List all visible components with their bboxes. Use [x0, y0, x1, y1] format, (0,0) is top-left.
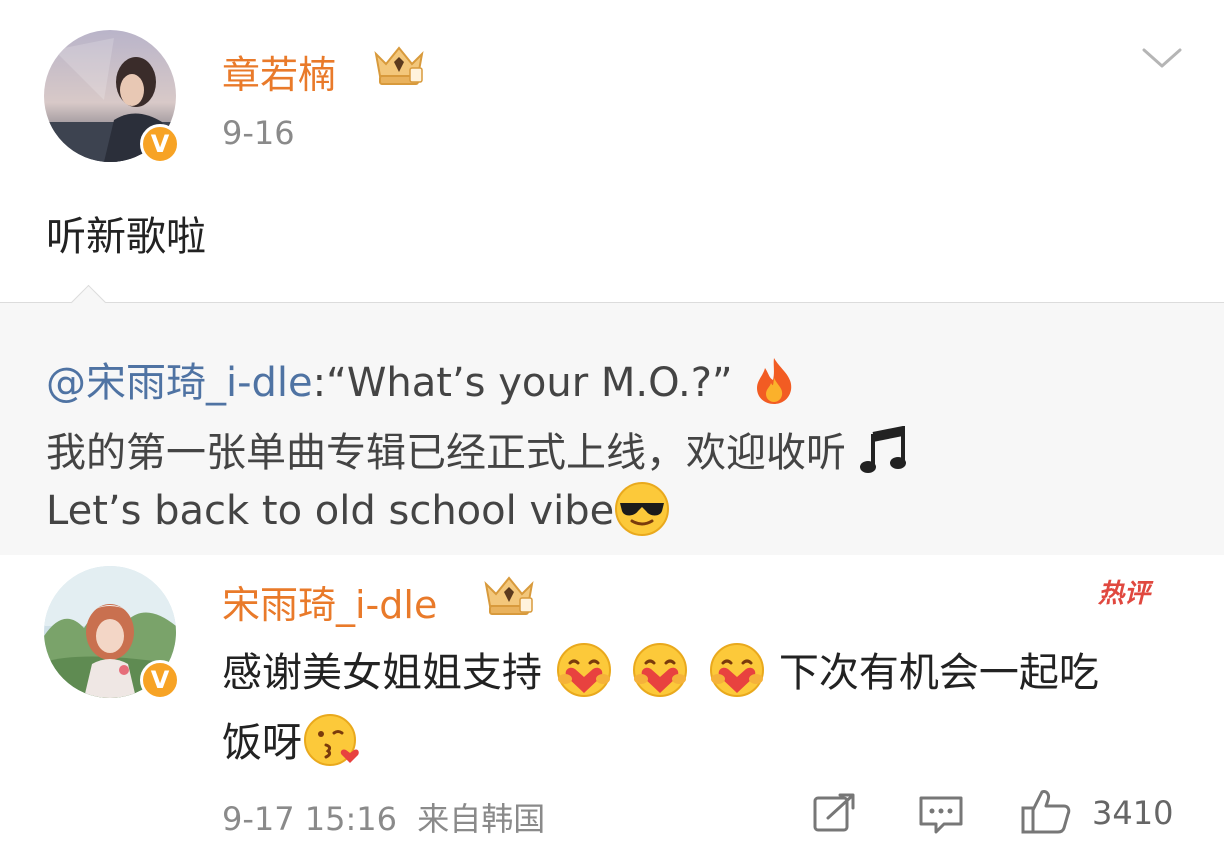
comment-text-line-1: 感谢美女姐姐支持 下次有机会一起吃: [222, 640, 1099, 699]
sunglasses-emoji: [615, 482, 670, 536]
hugging-emoji: [710, 643, 765, 697]
hot-comment-badge: 热评: [1098, 579, 1151, 609]
post-text: 听新歌啦: [46, 214, 206, 260]
verified-badge-icon: V: [140, 124, 180, 164]
repost-line-1-text: :“What’s your M.O.?”: [312, 360, 733, 406]
repost-line-2: 我的第一张单曲专辑已经正式上线，欢迎收听: [46, 420, 907, 478]
verified-badge-icon: V: [140, 660, 180, 700]
music-notes-emoji: [859, 426, 906, 473]
comment-author-name[interactable]: 宋雨琦_i-dle: [222, 574, 437, 629]
repost-line-3-text: Let’s back to old school vibe: [46, 488, 615, 534]
post-author-name[interactable]: 章若楠: [222, 44, 336, 99]
repost-line-1: @宋雨琦_i-dle:“What’s your M.O.?”: [46, 350, 797, 408]
hugging-emoji: [556, 643, 611, 697]
kiss-emoji: [304, 714, 359, 766]
author-avatar[interactable]: V: [44, 30, 180, 164]
crown-icon: [374, 46, 424, 85]
comment-timestamp: 9-17 15:16: [222, 800, 398, 838]
comment-text-part-1: 感谢美女姐姐支持: [222, 650, 542, 696]
chevron-down-icon[interactable]: [1140, 44, 1184, 72]
hugging-emoji: [633, 643, 688, 697]
like-count: 3410: [1092, 794, 1174, 832]
post-date: 9-16: [222, 114, 295, 152]
commenter-avatar[interactable]: V: [44, 566, 180, 700]
comment-icon[interactable]: [918, 794, 964, 836]
comment-text-line-2-text: 饭呀: [222, 720, 302, 766]
repost-line-2-text: 我的第一张单曲专辑已经正式上线，欢迎收听: [46, 430, 846, 476]
fire-emoji: [757, 358, 792, 404]
comment-source: 来自韩国: [417, 800, 546, 838]
crown-icon: [484, 576, 534, 615]
share-icon[interactable]: [812, 792, 858, 834]
comment-text-line-2: 饭呀: [222, 710, 360, 769]
comment-text-part-2: 下次有机会一起吃: [778, 650, 1099, 696]
like-icon[interactable]: [1020, 788, 1072, 836]
comment-meta: 9-17 15:16 来自韩国: [222, 794, 545, 840]
repost-line-3: Let’s back to old school vibe: [46, 482, 670, 537]
mention-link[interactable]: @宋雨琦_i-dle: [46, 360, 313, 406]
